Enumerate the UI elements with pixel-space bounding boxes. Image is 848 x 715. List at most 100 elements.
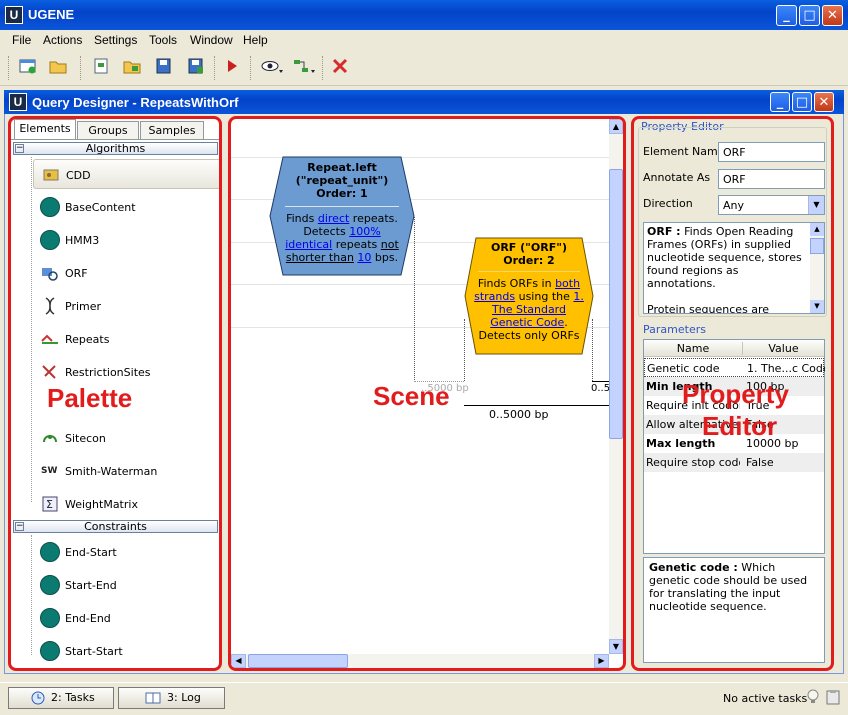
log-label: 3: Log <box>167 691 201 704</box>
scroll-up-icon[interactable]: ▲ <box>810 223 824 236</box>
new-schema-icon[interactable] <box>92 58 112 78</box>
collapse-icon[interactable]: − <box>15 144 24 153</box>
palette-item-cdd[interactable]: CDD <box>33 159 219 189</box>
description-scroll-thumb[interactable] <box>810 238 824 254</box>
palette-item-orf[interactable]: ORF <box>33 258 219 288</box>
scroll-down-icon[interactable]: ▼ <box>810 300 824 313</box>
param-row[interactable]: Require stop codon False <box>644 453 824 472</box>
description-text-2: Protein sequences are skipped if any. <box>647 303 770 314</box>
hmm3-icon <box>40 230 60 250</box>
collapse-icon[interactable]: − <box>15 522 24 531</box>
toolbar-separator <box>250 56 252 80</box>
orf-element[interactable]: ORF ("ORF") Order: 2 Finds ORFs in both … <box>464 237 594 355</box>
palette-panel: Elements Groups Samples − Algorithms CDD… <box>8 116 222 671</box>
delete-icon[interactable] <box>330 58 350 78</box>
toolbar-separator <box>214 56 216 80</box>
menu-file[interactable]: File <box>12 33 31 47</box>
annotate-as-field[interactable]: ORF <box>718 169 825 189</box>
palette-item-label: BaseContent <box>65 201 136 214</box>
close-button[interactable]: ✕ <box>822 5 843 26</box>
scroll-up-icon[interactable]: ▲ <box>609 119 623 134</box>
element-name-label: Element Name <box>643 145 725 158</box>
repeat-element[interactable]: Repeat.left ("repeat_unit") Order: 1 Fin… <box>269 156 415 276</box>
min-length-link[interactable]: 10 <box>357 251 371 264</box>
clipboard-icon[interactable] <box>825 689 841 705</box>
svg-text:Σ: Σ <box>46 498 53 511</box>
palette-item-sitecon[interactable]: Sitecon <box>33 423 219 453</box>
param-value[interactable]: False <box>746 456 824 469</box>
group-constraints-label: Constraints <box>84 520 147 533</box>
menu-help[interactable]: Help <box>243 33 268 47</box>
chevron-down-icon[interactable]: ▼ <box>808 196 824 214</box>
param-header-value[interactable]: Value <box>742 342 824 355</box>
start-start-icon <box>40 641 60 661</box>
param-value[interactable]: 1. The...c Code <box>747 362 825 375</box>
group-constraints-header[interactable]: − Constraints <box>13 520 218 533</box>
open-folder-icon[interactable] <box>48 58 68 78</box>
vertical-scroll-thumb[interactable] <box>609 169 623 439</box>
end-start-icon <box>40 542 60 562</box>
inner-maximize-button[interactable]: □ <box>792 92 812 112</box>
new-project-icon[interactable] <box>18 58 38 78</box>
palette-item-end-start[interactable]: End-Start <box>33 537 219 567</box>
element-description-box: ORF : Finds Open Reading Frames (ORFs) i… <box>643 222 825 314</box>
inner-minimize-button[interactable]: _ <box>770 92 790 112</box>
app-title: UGENE <box>28 7 75 22</box>
run-icon[interactable] <box>222 58 242 78</box>
description-scrollbar[interactable]: ▲ ▼ <box>810 223 824 313</box>
direction-value: Any <box>723 199 745 212</box>
element-name-field[interactable]: ORF <box>718 142 825 162</box>
palette-item-weightmatrix[interactable]: Σ WeightMatrix <box>33 489 219 519</box>
tasks-button[interactable]: 2: Tasks <box>8 687 114 709</box>
menu-actions[interactable]: Actions <box>43 33 82 47</box>
maximize-button[interactable]: □ <box>799 5 820 26</box>
tab-samples[interactable]: Samples <box>140 121 204 140</box>
horizontal-scroll-thumb[interactable] <box>248 654 348 668</box>
tab-elements[interactable]: Elements <box>14 119 76 140</box>
palette-item-repeats[interactable]: Repeats <box>33 324 219 354</box>
scroll-down-icon[interactable]: ▼ <box>609 639 623 654</box>
book-icon <box>145 692 161 704</box>
save-schema-icon[interactable] <box>154 58 174 78</box>
description-bold: ORF : <box>647 225 681 238</box>
minimize-button[interactable]: _ <box>776 5 797 26</box>
scroll-right-icon[interactable]: ▶ <box>594 654 609 668</box>
group-algorithms-header[interactable]: − Algorithms <box>13 142 218 155</box>
palette-item-smith-waterman[interactable]: SW Smith-Waterman <box>33 456 219 486</box>
inner-close-button[interactable]: ✕ <box>814 92 834 112</box>
group-algorithms-label: Algorithms <box>85 142 146 155</box>
save-schema-as-icon[interactable] <box>186 58 206 78</box>
menu-window[interactable]: Window <box>190 33 233 47</box>
restrictionsites-icon <box>42 365 56 379</box>
scene-horizontal-scrollbar[interactable]: ◀ ▶ <box>231 654 609 668</box>
log-button[interactable]: 3: Log <box>118 687 225 709</box>
repeat-subtitle: ("repeat_unit") <box>295 174 389 187</box>
palette-item-basecontent[interactable]: BaseContent <box>33 192 219 222</box>
palette-item-label: Start-End <box>65 579 117 592</box>
palette-item-primer[interactable]: Primer <box>33 291 219 321</box>
view-mode-icon[interactable] <box>260 58 284 78</box>
direction-select[interactable]: Any ▼ <box>718 195 825 215</box>
load-schema-icon[interactable] <box>122 58 142 78</box>
toolbar <box>0 50 848 86</box>
menu-tools[interactable]: Tools <box>149 33 177 47</box>
param-header-name[interactable]: Name <box>644 342 742 355</box>
palette-item-label: Smith-Waterman <box>65 465 158 478</box>
palette-item-start-start[interactable]: Start-Start <box>33 636 219 666</box>
lightbulb-icon[interactable] <box>806 689 820 705</box>
primer-icon <box>45 297 55 315</box>
layout-icon[interactable] <box>292 58 316 78</box>
palette-item-label: CDD <box>66 169 91 182</box>
palette-item-start-end[interactable]: Start-End <box>33 570 219 600</box>
toolbar-separator <box>322 56 324 80</box>
palette-item-label: Start-Start <box>65 645 123 658</box>
palette-item-end-end[interactable]: End-End <box>33 603 219 633</box>
palette-item-hmm3[interactable]: HMM3 <box>33 225 219 255</box>
scroll-left-icon[interactable]: ◀ <box>231 654 246 668</box>
orf-icon <box>42 268 58 281</box>
direct-link[interactable]: direct <box>318 212 349 225</box>
menu-settings[interactable]: Settings <box>94 33 137 47</box>
param-row[interactable]: Genetic code 1. The...c Code <box>644 358 825 377</box>
scene-vertical-scrollbar[interactable]: ▲ ▼ <box>609 119 623 654</box>
tab-groups[interactable]: Groups <box>77 121 139 140</box>
